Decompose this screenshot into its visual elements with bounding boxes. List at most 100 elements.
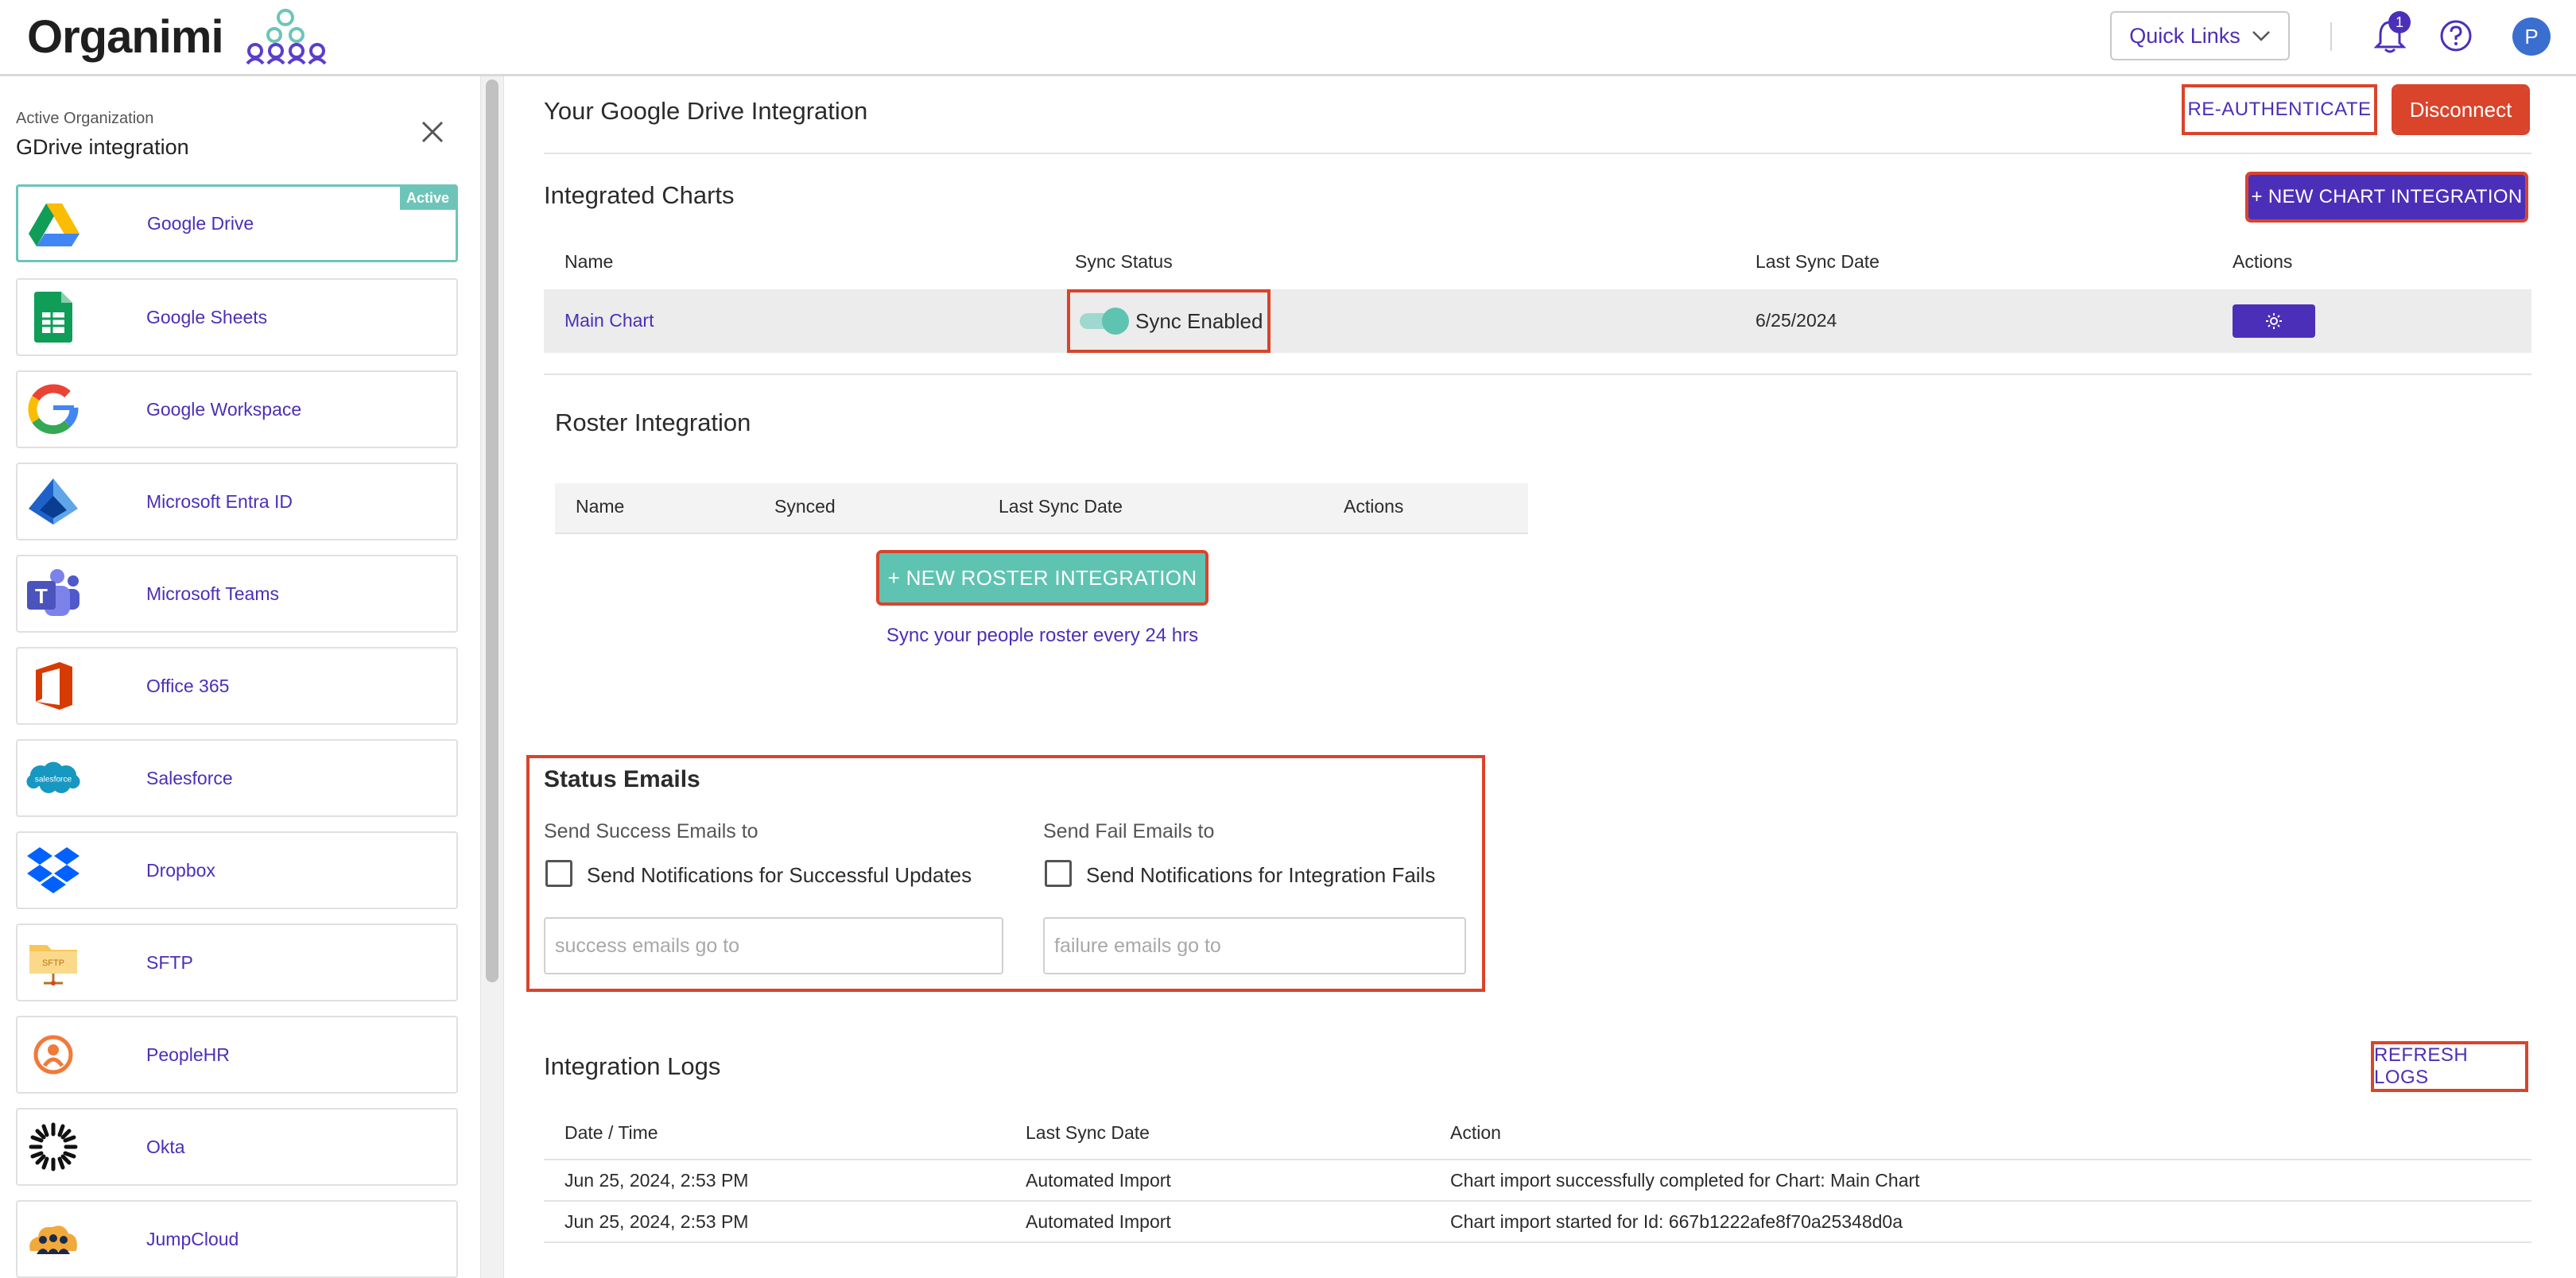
new-chart-integration-button[interactable]: + NEW CHART INTEGRATION: [2245, 172, 2528, 223]
refresh-logs-button[interactable]: REFRESH LOGS: [2371, 1041, 2528, 1092]
okta-icon: [25, 1121, 81, 1173]
help-icon[interactable]: [2439, 19, 2473, 52]
peoplehr-icon: [25, 1028, 81, 1081]
top-bar: Organimi Quick Links 1 P: [0, 0, 2576, 76]
active-org-label: Active Organization: [16, 110, 154, 127]
google-drive-icon: [26, 198, 82, 250]
microsoft-teams-icon: T: [25, 567, 81, 620]
sidebar-item-okta[interactable]: Okta: [16, 1108, 458, 1186]
sidebar-item-sftp[interactable]: SFTP SFTP: [16, 924, 458, 1001]
sidebar-scrollbar-thumb[interactable]: [486, 79, 499, 982]
sync-status-label: Sync Enabled: [1135, 309, 1263, 333]
column-header-actions: Actions: [2233, 251, 2293, 272]
sync-status-cell: Sync Enabled: [1067, 289, 1271, 353]
sidebar-item-label: PeopleHR: [146, 1044, 230, 1065]
divider: [544, 1200, 2531, 1202]
divider: [544, 1159, 2531, 1160]
log-action: Chart import successfully completed for …: [1450, 1170, 1920, 1191]
sidebar-item-label: SFTP: [146, 951, 193, 973]
sidebar-item-salesforce[interactable]: salesforce Salesforce: [16, 739, 458, 817]
sidebar-item-google-sheets[interactable]: Google Sheets: [16, 278, 458, 356]
integrations-sidebar: Active Organization GDrive integration G…: [0, 76, 477, 1278]
integrated-charts-title: Integrated Charts: [544, 181, 735, 209]
sidebar-item-jumpcloud[interactable]: JumpCloud: [16, 1200, 458, 1278]
sidebar-item-office-365[interactable]: Office 365: [16, 647, 458, 725]
success-notifications-label: Send Notifications for Successful Update…: [587, 863, 972, 887]
column-header-actions: Actions: [1344, 496, 1404, 517]
log-datetime: Jun 25, 2024, 2:53 PM: [564, 1211, 749, 1232]
sidebar-item-peoplehr[interactable]: PeopleHR: [16, 1016, 458, 1094]
microsoft-entra-icon: [25, 475, 81, 528]
sidebar-item-dropbox[interactable]: Dropbox: [16, 831, 458, 909]
sidebar-item-microsoft-entra[interactable]: Microsoft Entra ID: [16, 463, 458, 540]
disconnect-button[interactable]: Disconnect: [2392, 84, 2530, 135]
fail-notifications-checkbox[interactable]: [1045, 860, 1072, 887]
sidebar-item-label: Microsoft Teams: [146, 583, 280, 604]
sidebar-item-label: Google Sheets: [146, 306, 268, 327]
active-badge: Active: [399, 187, 456, 210]
organimi-logo-icon: [246, 9, 327, 65]
sidebar-item-label: JumpCloud: [146, 1228, 239, 1249]
column-header-name: Name: [564, 251, 614, 272]
sync-toggle[interactable]: [1080, 308, 1129, 335]
user-avatar[interactable]: P: [2512, 17, 2551, 56]
sidebar-item-label: Salesforce: [146, 767, 233, 788]
fail-notifications-label: Send Notifications for Integration Fails: [1086, 863, 1436, 887]
column-header-last-sync-date: Last Sync Date: [999, 496, 1123, 517]
column-header-date-time: Date / Time: [564, 1122, 658, 1143]
success-emails-label: Send Success Emails to: [544, 820, 758, 842]
chart-name-link[interactable]: Main Chart: [564, 310, 654, 331]
sidebar-item-google-drive[interactable]: Google Drive Active: [16, 184, 458, 262]
quick-links-button[interactable]: Quick Links: [2110, 11, 2290, 60]
salesforce-icon: salesforce: [25, 752, 81, 804]
column-header-synced: Synced: [774, 496, 836, 517]
re-authenticate-button[interactable]: RE-AUTHENTICATE: [2182, 84, 2377, 135]
integration-logs-title: Integration Logs: [544, 1052, 721, 1080]
success-emails-input[interactable]: [544, 917, 1003, 974]
close-icon[interactable]: [417, 116, 448, 148]
jumpcloud-icon: [25, 1213, 81, 1265]
gear-icon: [2266, 313, 2282, 329]
new-roster-integration-button[interactable]: + NEW ROSTER INTEGRATION: [876, 550, 1208, 606]
log-action: Chart import started for Id: 667b1222afe…: [1450, 1211, 1903, 1232]
integration-title: Your Google Drive Integration: [544, 97, 868, 125]
log-sync-type: Automated Import: [1026, 1170, 1171, 1191]
sftp-icon: SFTP: [25, 936, 81, 989]
sidebar-item-label: Google Workspace: [146, 398, 302, 420]
column-header-last-sync-date: Last Sync Date: [1755, 251, 1880, 272]
svg-text:T: T: [35, 584, 48, 608]
status-emails-title: Status Emails: [544, 766, 700, 792]
chevron-down-icon: [2252, 31, 2270, 41]
quick-links-label: Quick Links: [2129, 23, 2240, 48]
column-header-action: Action: [1450, 1122, 1501, 1143]
divider: [555, 532, 1528, 534]
chart-settings-button[interactable]: [2233, 304, 2315, 338]
last-sync-date: 6/25/2024: [1755, 310, 1837, 331]
notification-badge: 1: [2388, 11, 2411, 33]
google-workspace-icon: [25, 383, 81, 436]
fail-emails-input[interactable]: [1043, 917, 1466, 974]
office-365-icon: [25, 660, 81, 712]
divider: [544, 1241, 2531, 1243]
sidebar-item-microsoft-teams[interactable]: T Microsoft Teams: [16, 555, 458, 633]
fail-emails-label: Send Fail Emails to: [1043, 820, 1215, 842]
sidebar-item-label: Okta: [146, 1136, 185, 1157]
header-divider: [2330, 22, 2332, 51]
active-org-name: GDrive integration: [16, 135, 189, 159]
main-content: Your Google Drive Integration RE-AUTHENT…: [504, 76, 2576, 1278]
column-header-last-sync-date: Last Sync Date: [1026, 1122, 1150, 1143]
dropbox-icon: [25, 844, 81, 897]
sidebar-item-label: Microsoft Entra ID: [146, 490, 293, 512]
success-notifications-checkbox[interactable]: [545, 860, 572, 887]
column-header-sync-status: Sync Status: [1075, 251, 1173, 272]
logo-text: Organimi: [27, 10, 224, 63]
sidebar-item-label: Dropbox: [146, 859, 215, 881]
toggle-knob: [1102, 308, 1129, 335]
column-header-name: Name: [576, 496, 625, 517]
svg-text:salesforce: salesforce: [35, 775, 72, 784]
sidebar-item-google-workspace[interactable]: Google Workspace: [16, 370, 458, 448]
log-datetime: Jun 25, 2024, 2:53 PM: [564, 1170, 749, 1191]
roster-sync-hint: Sync your people roster every 24 hrs: [886, 625, 1199, 646]
organimi-logo[interactable]: Organimi: [27, 8, 330, 65]
divider: [544, 374, 2531, 375]
